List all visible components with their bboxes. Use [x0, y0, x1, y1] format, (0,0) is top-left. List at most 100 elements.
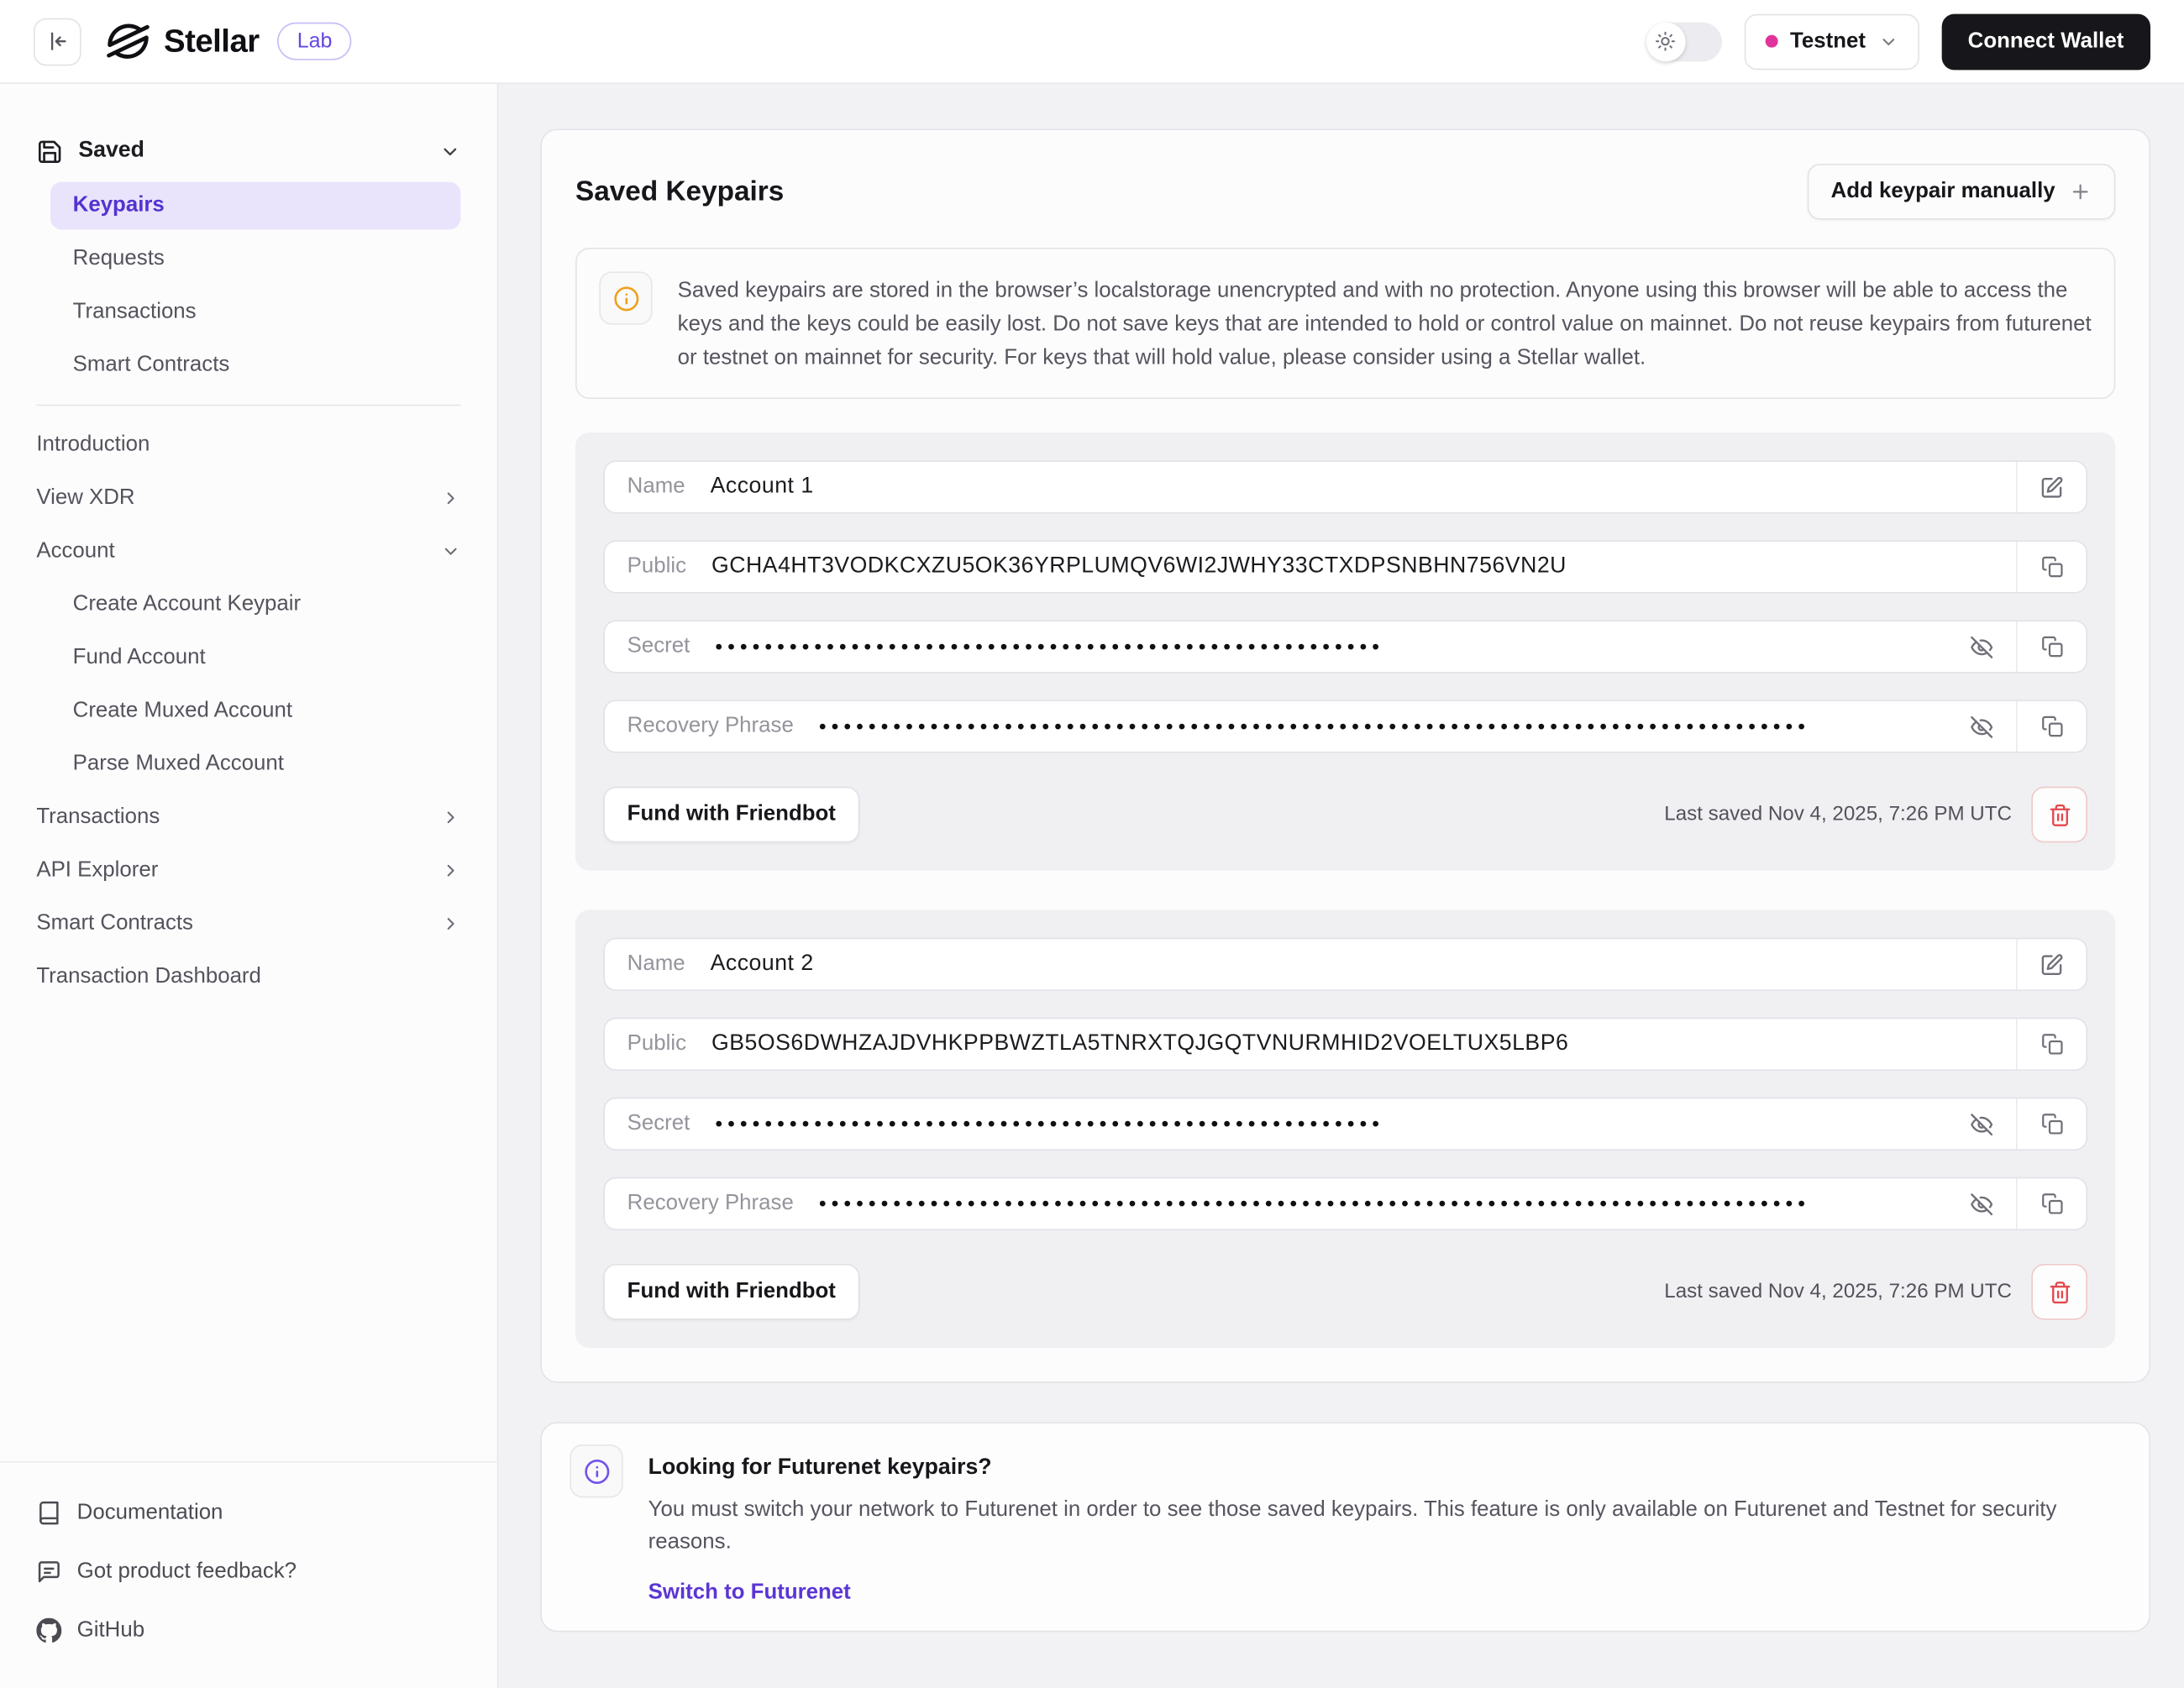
sidebar-item-create-account-keypair[interactable]: Create Account Keypair — [36, 578, 460, 631]
book-icon — [36, 1501, 61, 1526]
add-keypair-label: Add keypair manually — [1831, 179, 2055, 204]
sidebar-link-feedback[interactable]: Got product feedback? — [36, 1543, 460, 1602]
name-field[interactable]: Name Account 2 — [605, 939, 2016, 989]
keypair-card-account-2: Name Account 2 Public GB5OS6DWHZAJDVHKPP… — [575, 910, 2115, 1348]
futurenet-title: Looking for Futurenet keypairs? — [648, 1455, 2066, 1481]
switch-to-futurenet-link[interactable]: Switch to Futurenet — [648, 1581, 851, 1606]
sidebar-item-saved-transactions[interactable]: Transactions — [36, 286, 460, 338]
stellar-logo: Stellar — [105, 18, 260, 65]
sidebar-link-documentation[interactable]: Documentation — [36, 1484, 460, 1543]
public-key-value: GCHA4HT3VODKCXZU5OK36YRPLUMQV6WI2JWHY33C… — [711, 554, 1567, 579]
theme-toggle[interactable] — [1646, 22, 1721, 61]
sidebar-item-transactions[interactable]: Transactions — [36, 791, 460, 844]
sidebar-item-label: Smart Contracts — [36, 911, 193, 936]
name-field-row: Name Account 2 — [603, 938, 2087, 991]
sidebar-item-smart-contracts[interactable]: Smart Contracts — [36, 897, 460, 950]
copy-secret-key-button[interactable] — [2016, 1098, 2086, 1149]
connect-wallet-button[interactable]: Connect Wallet — [1941, 13, 2150, 70]
edit-name-button[interactable] — [2016, 939, 2086, 989]
name-field[interactable]: Name Account 1 — [605, 462, 2016, 512]
sidebar-footer: Documentation Got product feedback? GitH… — [0, 1461, 497, 1688]
collapse-sidebar-button[interactable] — [34, 18, 81, 66]
stellar-lab-app: Stellar Lab Testnet Connect Wallet Saved — [0, 0, 2184, 1688]
sidebar-item-label: Transaction Dashboard — [36, 964, 261, 989]
fund-with-friendbot-button[interactable]: Fund with Friendbot — [603, 787, 859, 843]
sidebar-section-saved[interactable]: Saved — [36, 123, 460, 180]
sidebar-link-github[interactable]: GitHub — [36, 1602, 460, 1660]
copy-icon — [2040, 1193, 2063, 1215]
copy-recovery-phrase-button[interactable] — [2016, 701, 2086, 752]
sidebar-item-requests[interactable]: Requests — [36, 233, 460, 286]
chevron-right-icon — [441, 808, 460, 827]
stellar-logo-icon — [105, 18, 151, 65]
sidebar-item-label: Smart Contracts — [73, 353, 230, 378]
secret-label: Secret — [627, 634, 690, 659]
sidebar-item-label: Parse Muxed Account — [73, 752, 284, 777]
sidebar-item-label: API Explorer — [36, 858, 158, 883]
copy-recovery-phrase-button[interactable] — [2016, 1178, 2086, 1229]
secret-key-field: Secret •••••••••••••••••••••••••••••••••… — [605, 1098, 2016, 1149]
sidebar-item-introduction[interactable]: Introduction — [36, 418, 460, 471]
body-row: Saved Keypairs Requests Transactions Sma… — [0, 84, 2184, 1688]
name-label: Name — [627, 474, 685, 500]
plus-icon — [2069, 181, 2092, 203]
sidebar-item-transaction-dashboard[interactable]: Transaction Dashboard — [36, 951, 460, 1004]
delete-keypair-button[interactable] — [2031, 787, 2087, 843]
toggle-recovery-visibility-button[interactable] — [1967, 715, 1997, 738]
collapse-panel-icon — [45, 29, 69, 53]
public-key-field: Public GB5OS6DWHZAJDVHKPPBWZTLA5TNRXTQJG… — [605, 1019, 2016, 1069]
public-key-value: GB5OS6DWHZAJDVHKPPBWZTLA5TNRXTQJGQTVNURM… — [711, 1031, 1568, 1056]
trash-icon — [2048, 1280, 2071, 1303]
sidebar-item-account[interactable]: Account — [36, 525, 460, 578]
sidebar-link-label: Documentation — [77, 1501, 223, 1526]
sidebar-item-view-xdr[interactable]: View XDR — [36, 472, 460, 525]
keypair-card-account-1: Name Account 1 Public GCHA4HT3VODKCXZU5O… — [575, 432, 2115, 871]
edit-icon — [2040, 952, 2063, 976]
name-field-row: Name Account 1 — [603, 460, 2087, 513]
secret-key-row: Secret •••••••••••••••••••••••••••••••••… — [603, 620, 2087, 673]
eye-off-icon — [1970, 1112, 1993, 1135]
copy-secret-key-button[interactable] — [2016, 621, 2086, 672]
recovery-phrase-row: Recovery Phrase ••••••••••••••••••••••••… — [603, 1177, 2087, 1230]
chevron-right-icon — [441, 914, 460, 933]
sidebar-divider — [36, 405, 460, 406]
last-saved-timestamp: Last saved Nov 4, 2025, 7:26 PM UTC — [1664, 1281, 2012, 1303]
public-key-row: Public GCHA4HT3VODKCXZU5OK36YRPLUMQV6WI2… — [603, 540, 2087, 593]
sidebar-item-label: Introduction — [36, 432, 150, 458]
name-value: Account 1 — [711, 474, 814, 500]
sidebar-item-label: Fund Account — [73, 645, 206, 670]
card-footer-right: Last saved Nov 4, 2025, 7:26 PM UTC — [1664, 787, 2087, 843]
toggle-secret-visibility-button[interactable] — [1967, 635, 1997, 658]
sidebar-item-keypairs[interactable]: Keypairs — [50, 182, 460, 230]
toggle-recovery-visibility-button[interactable] — [1967, 1192, 1997, 1215]
copy-icon — [2040, 636, 2063, 658]
recovery-phrase-field: Recovery Phrase ••••••••••••••••••••••••… — [605, 701, 2016, 752]
warning-text: Saved keypairs are stored in the browser… — [678, 275, 2092, 375]
sidebar-item-label: Create Account Keypair — [73, 592, 301, 617]
network-select[interactable]: Testnet — [1744, 13, 1919, 70]
sidebar-link-label: Got product feedback? — [77, 1560, 297, 1585]
edit-name-button[interactable] — [2016, 462, 2086, 512]
chevron-right-icon — [441, 861, 460, 880]
secret-key-masked-value: ••••••••••••••••••••••••••••••••••••••••… — [715, 637, 1384, 658]
copy-public-key-button[interactable] — [2016, 1019, 2086, 1069]
panel-header: Saved Keypairs Add keypair manually — [575, 164, 2115, 220]
page-title: Saved Keypairs — [575, 176, 784, 207]
lab-badge: Lab — [277, 23, 351, 60]
save-icon — [36, 138, 63, 165]
toggle-secret-visibility-button[interactable] — [1967, 1112, 1997, 1135]
secret-label: Secret — [627, 1111, 690, 1136]
sidebar-item-fund-account[interactable]: Fund Account — [36, 632, 460, 684]
sidebar-item-saved-smart-contracts[interactable]: Smart Contracts — [36, 338, 460, 391]
add-keypair-button[interactable]: Add keypair manually — [1807, 164, 2115, 220]
card-footer: Fund with Friendbot Last saved Nov 4, 20… — [603, 1264, 2087, 1320]
sidebar-item-create-muxed-account[interactable]: Create Muxed Account — [36, 684, 460, 737]
feedback-bubble-icon — [36, 1560, 61, 1585]
fund-with-friendbot-button[interactable]: Fund with Friendbot — [603, 1264, 859, 1320]
copy-public-key-button[interactable] — [2016, 542, 2086, 592]
sidebar-item-api-explorer[interactable]: API Explorer — [36, 844, 460, 897]
delete-keypair-button[interactable] — [2031, 1264, 2087, 1320]
sidebar-item-label: Requests — [73, 246, 165, 271]
public-label: Public — [627, 1031, 686, 1056]
sidebar-item-parse-muxed-account[interactable]: Parse Muxed Account — [36, 737, 460, 790]
